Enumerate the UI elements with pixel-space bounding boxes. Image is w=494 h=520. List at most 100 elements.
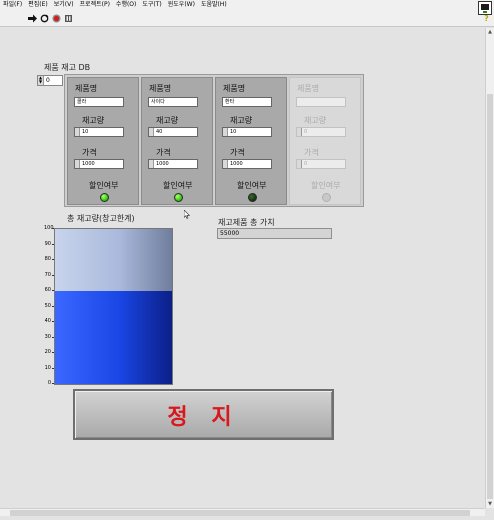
tank-scale-tick: 50 bbox=[44, 303, 54, 309]
qty-control[interactable]: 10 bbox=[74, 127, 124, 137]
qty-label: 재고량 bbox=[230, 116, 253, 125]
tank-scale-tick: 0 bbox=[44, 380, 54, 386]
qty-spinner-icon[interactable] bbox=[75, 128, 80, 136]
abort-icon[interactable] bbox=[51, 13, 61, 23]
qty-label: 재고량 bbox=[82, 116, 105, 125]
discount-label: 할인여부 bbox=[89, 181, 119, 190]
qty-spinner-icon[interactable] bbox=[297, 128, 302, 136]
qty-control[interactable]: 0 bbox=[296, 127, 346, 137]
scroll-up-icon[interactable]: ▲ bbox=[486, 28, 494, 36]
qty-value: 10 bbox=[230, 129, 237, 135]
price-spinner-icon[interactable] bbox=[297, 160, 302, 168]
tank-scale: 100 90 80 70 60 50 40 30 20 10 0 bbox=[44, 225, 54, 386]
menu-file[interactable]: 파일(F) bbox=[0, 0, 25, 10]
tank-scale-tick: 90 bbox=[44, 241, 54, 247]
menu-bar: 파일(F) 편집(E) 보기(V) 프로젝트(P) 수행(O) 도구(T) 윈도… bbox=[0, 0, 494, 10]
discount-led[interactable] bbox=[322, 193, 331, 202]
index-spinner-icon[interactable]: ▲ ▼ bbox=[38, 76, 44, 85]
qty-value: 0 bbox=[304, 129, 308, 135]
product-array: 제품명 콜라 재고량 10 가격 1000 할인여부 제품명 사이다 재고량 4… bbox=[64, 74, 364, 207]
vi-icon-screen bbox=[481, 4, 489, 10]
price-value: 1000 bbox=[156, 161, 169, 167]
price-value: 1000 bbox=[230, 161, 243, 167]
qty-spinner-icon[interactable] bbox=[223, 128, 228, 136]
horizontal-scrollbar[interactable] bbox=[0, 508, 485, 516]
array-index-value: 0 bbox=[46, 77, 50, 84]
discount-label: 할인여부 bbox=[237, 181, 267, 190]
qty-control[interactable]: 40 bbox=[148, 127, 198, 137]
price-spinner-icon[interactable] bbox=[223, 160, 228, 168]
price-control[interactable]: 1000 bbox=[148, 159, 198, 169]
horizontal-scroll-thumb[interactable] bbox=[10, 510, 470, 516]
price-control[interactable]: 1000 bbox=[74, 159, 124, 169]
product-name-field[interactable]: 사이다 bbox=[148, 97, 198, 107]
toolbar bbox=[0, 10, 494, 27]
price-spinner-icon[interactable] bbox=[149, 160, 154, 168]
product-cluster: 제품명 콜라 재고량 10 가격 1000 할인여부 bbox=[67, 77, 139, 205]
product-cluster: 제품명 환타 재고량 10 가격 1000 할인여부 bbox=[215, 77, 287, 205]
qty-value: 40 bbox=[156, 129, 163, 135]
menu-edit[interactable]: 편집(E) bbox=[25, 0, 51, 10]
tank-scale-tick: 20 bbox=[44, 349, 54, 355]
price-control[interactable]: 1000 bbox=[222, 159, 272, 169]
tank-scale-tick: 60 bbox=[44, 287, 54, 293]
array-index-control[interactable]: ▲ ▼ 0 bbox=[37, 75, 63, 86]
product-name-field[interactable]: 환타 bbox=[222, 97, 272, 107]
menu-view[interactable]: 보기(V) bbox=[51, 0, 77, 10]
menu-tools[interactable]: 도구(T) bbox=[139, 0, 164, 10]
stop-button[interactable]: 정 지 bbox=[73, 389, 334, 440]
run-arrow-icon[interactable] bbox=[27, 13, 37, 23]
product-cluster-empty: 제품명 재고량 0 가격 0 할인여부 bbox=[289, 77, 361, 205]
tank-scale-tick: 100 bbox=[44, 225, 54, 231]
price-spinner-icon[interactable] bbox=[75, 160, 80, 168]
db-array-label: 제품 재고 DB bbox=[44, 63, 91, 72]
discount-led[interactable] bbox=[100, 193, 109, 202]
price-control[interactable]: 0 bbox=[296, 159, 346, 169]
product-name-field[interactable]: 콜라 bbox=[74, 97, 124, 107]
name-label: 제품명 bbox=[297, 84, 320, 93]
inventory-tank bbox=[54, 228, 173, 385]
name-label: 제품명 bbox=[223, 84, 246, 93]
vi-icon-stand bbox=[483, 11, 487, 13]
mouse-cursor-icon bbox=[184, 210, 190, 219]
help-icon[interactable]: ? bbox=[482, 14, 491, 23]
vertical-scroll-thumb[interactable] bbox=[487, 94, 493, 499]
qty-label: 재고량 bbox=[304, 116, 327, 125]
menu-help[interactable]: 도움말(H) bbox=[198, 0, 230, 10]
run-continuously-icon[interactable] bbox=[39, 13, 49, 23]
qty-spinner-icon[interactable] bbox=[149, 128, 154, 136]
discount-label: 할인여부 bbox=[311, 181, 341, 190]
tank-scale-tick: 30 bbox=[44, 334, 54, 340]
vi-icon[interactable] bbox=[478, 1, 492, 15]
tank-scale-tick: 10 bbox=[44, 365, 54, 371]
price-label: 가격 bbox=[230, 148, 245, 157]
discount-label: 할인여부 bbox=[163, 181, 193, 190]
product-name-field[interactable] bbox=[296, 97, 346, 107]
price-value: 0 bbox=[304, 161, 308, 167]
total-value-label: 재고제품 총 가치 bbox=[218, 218, 275, 227]
pause-icon[interactable] bbox=[63, 13, 73, 23]
qty-value: 10 bbox=[82, 129, 89, 135]
price-label: 가격 bbox=[304, 148, 319, 157]
menu-project[interactable]: 프로젝트(P) bbox=[77, 0, 113, 10]
tank-scale-tick: 40 bbox=[44, 318, 54, 324]
product-cluster: 제품명 사이다 재고량 40 가격 1000 할인여부 bbox=[141, 77, 213, 205]
price-value: 1000 bbox=[82, 161, 95, 167]
price-label: 가격 bbox=[82, 148, 97, 157]
name-label: 제품명 bbox=[75, 84, 98, 93]
tank-scale-tick: 70 bbox=[44, 272, 54, 278]
price-label: 가격 bbox=[156, 148, 171, 157]
discount-led[interactable] bbox=[174, 193, 183, 202]
name-label: 제품명 bbox=[149, 84, 172, 93]
scroll-down-icon[interactable]: ▼ bbox=[486, 500, 494, 508]
qty-control[interactable]: 10 bbox=[222, 127, 272, 137]
tank-scale-tick: 80 bbox=[44, 256, 54, 262]
qty-label: 재고량 bbox=[156, 116, 179, 125]
tank-label: 총 재고량(창고한계) bbox=[67, 214, 135, 223]
vertical-scrollbar[interactable]: ▲ ▼ bbox=[485, 28, 494, 508]
menu-operate[interactable]: 수행(O) bbox=[113, 0, 139, 10]
discount-led[interactable] bbox=[248, 193, 257, 202]
total-value-indicator: 55000 bbox=[217, 228, 332, 239]
menu-window[interactable]: 윈도우(W) bbox=[165, 0, 198, 10]
tank-fill-level bbox=[55, 291, 172, 384]
